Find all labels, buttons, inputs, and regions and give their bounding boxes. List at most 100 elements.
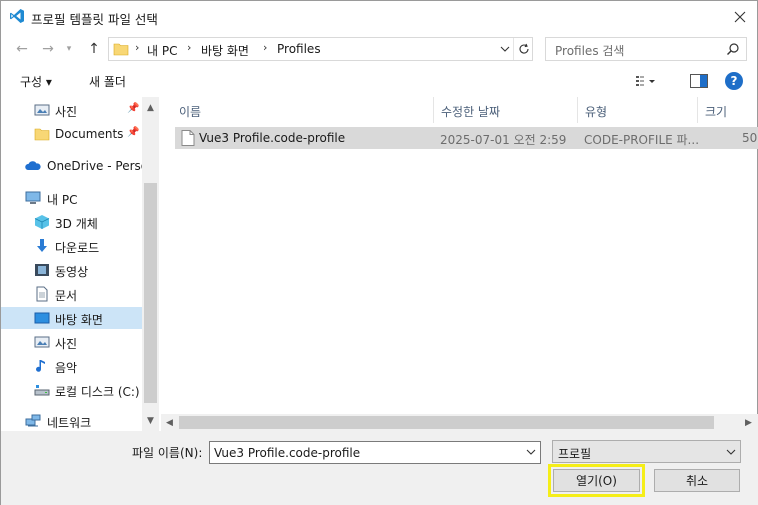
search-icon	[727, 43, 739, 55]
filetype-select[interactable]: 프로필	[552, 440, 741, 463]
up-button[interactable]: ↑	[83, 38, 105, 60]
column-divider[interactable]	[697, 97, 698, 123]
videos-icon	[35, 264, 49, 276]
network-icon	[25, 414, 41, 427]
file-list-scrollbar-thumb[interactable]	[179, 416, 714, 429]
breadcrumb-desktop[interactable]: 바탕 화면	[201, 42, 249, 59]
nav-item-desktop[interactable]: 바탕 화면	[1, 307, 142, 329]
nav-item-3d-objects[interactable]: 3D 개체	[1, 211, 142, 233]
nav-item-pictures[interactable]: 사진	[1, 331, 142, 353]
file-icon	[181, 130, 195, 146]
column-header-type[interactable]: 유형	[585, 103, 607, 129]
music-icon	[36, 360, 45, 372]
nav-label: 바탕 화면	[55, 313, 103, 327]
folder-icon	[34, 128, 50, 141]
help-icon: ?	[730, 74, 738, 88]
filename-history-button[interactable]	[524, 445, 538, 459]
file-size: 50	[742, 131, 758, 145]
sort-ascending-icon: ^	[299, 97, 307, 104]
nav-label: 사진	[55, 337, 78, 351]
column-header-name[interactable]: 이름	[179, 103, 201, 129]
nav-label: 문서	[55, 289, 78, 303]
address-dropdown-button[interactable]	[497, 41, 513, 57]
nav-item-pictures-quick[interactable]: 사진 📌	[1, 99, 142, 121]
file-open-dialog: 프로필 템플릿 파일 선택 ← → ▾ ↑ › 내 PC › 바탕 화면 › P…	[0, 0, 758, 505]
download-icon	[37, 239, 47, 252]
scroll-right-icon[interactable]: ▶	[740, 414, 757, 431]
preview-pane-icon[interactable]	[690, 74, 708, 88]
address-bar[interactable]: › 내 PC › 바탕 화면 › Profiles	[108, 37, 533, 61]
chevron-down-icon	[500, 46, 510, 52]
filename-input[interactable]: Vue3 Profile.code-profile	[209, 441, 541, 464]
help-button[interactable]: ?	[725, 72, 743, 90]
pin-icon: 📌	[127, 103, 140, 114]
scroll-up-icon[interactable]: ▲	[142, 99, 159, 116]
nav-label: 동영상	[55, 265, 89, 279]
breadcrumb-profiles[interactable]: Profiles	[277, 42, 321, 56]
file-row[interactable]: Vue3 Profile.code-profile 2025-07-01 오전 …	[175, 127, 758, 149]
column-divider[interactable]	[433, 97, 434, 123]
nav-label: 로컬 디스크 (C:)	[55, 385, 140, 399]
breadcrumb-chevron-icon: ›	[263, 41, 268, 54]
column-header-size[interactable]: 크기	[705, 103, 727, 129]
nav-item-local-disk[interactable]: 로컬 디스크 (C:)	[1, 379, 142, 401]
nav-label: OneDrive - Persor	[47, 159, 154, 173]
nav-item-videos[interactable]: 동영상	[1, 259, 142, 281]
back-button[interactable]: ←	[11, 38, 33, 60]
nav-item-music[interactable]: 음악	[1, 355, 142, 377]
title-bar: 프로필 템플릿 파일 선택	[1, 1, 757, 32]
chevron-down-icon	[726, 449, 736, 455]
cancel-button[interactable]: 취소	[654, 469, 740, 492]
onedrive-icon	[25, 161, 41, 170]
breadcrumb-this-pc[interactable]: 내 PC	[147, 42, 177, 59]
search-input[interactable]: Profiles 검색	[545, 37, 747, 61]
view-options-icon[interactable]	[635, 73, 655, 89]
nav-label: 네트워크	[47, 416, 92, 430]
nav-scrollbar-thumb[interactable]	[144, 183, 157, 403]
scroll-down-icon[interactable]: ▼	[142, 412, 159, 429]
column-divider[interactable]	[577, 97, 578, 123]
nav-label: 내 PC	[47, 193, 78, 207]
arrow-left-icon: ←	[16, 41, 28, 57]
open-button[interactable]: 열기(O)	[553, 469, 640, 492]
desktop-icon	[34, 312, 50, 324]
nav-label: 음악	[55, 361, 78, 375]
nav-item-documents[interactable]: 문서	[1, 283, 142, 305]
nav-label: 3D 개체	[55, 217, 98, 231]
nav-item-network[interactable]: 네트워크	[1, 410, 142, 431]
file-name: Vue3 Profile.code-profile	[199, 131, 346, 145]
documents-icon	[36, 286, 48, 302]
new-folder-button[interactable]: 새 폴더	[89, 73, 126, 90]
chevron-down-icon	[526, 449, 536, 455]
recent-locations-button[interactable]: ▾	[61, 38, 77, 60]
close-icon	[734, 11, 746, 22]
drive-icon	[34, 385, 50, 396]
nav-item-this-pc[interactable]: 내 PC	[1, 187, 142, 209]
nav-label: Documents	[55, 127, 124, 141]
file-list-scrollbar[interactable]: ◀ ▶	[161, 414, 758, 431]
navigation-pane: 사진 📌 Documents 📌 OneDrive - Persor 내 PC …	[1, 97, 159, 431]
pictures-icon	[34, 104, 50, 116]
vscode-icon	[10, 9, 24, 23]
nav-scrollbar[interactable]: ▲ ▼	[142, 97, 159, 431]
3d-objects-icon	[34, 215, 50, 229]
arrow-right-icon: →	[42, 41, 54, 57]
breadcrumb-chevron-icon: ›	[187, 41, 192, 54]
nav-label: 사진	[55, 105, 78, 119]
nav-item-downloads[interactable]: 다운로드	[1, 235, 142, 257]
close-button[interactable]	[723, 1, 757, 32]
filetype-dropdown-button[interactable]	[724, 445, 738, 459]
nav-item-onedrive[interactable]: OneDrive - Persor	[1, 155, 153, 177]
refresh-button[interactable]	[513, 38, 533, 60]
breadcrumb-chevron-icon: ›	[135, 41, 140, 54]
scroll-left-icon[interactable]: ◀	[161, 414, 178, 431]
arrow-up-icon: ↑	[88, 41, 100, 57]
refresh-icon	[519, 43, 529, 54]
filetype-value: 프로필	[558, 447, 592, 461]
column-header-modified[interactable]: 수정한 날짜	[441, 103, 500, 129]
forward-button[interactable]: →	[37, 38, 59, 60]
chevron-down-icon: ▾	[66, 44, 72, 54]
nav-item-documents-quick[interactable]: Documents 📌	[1, 123, 142, 145]
organize-button[interactable]: 구성 ▾	[20, 73, 52, 90]
file-type: CODE-PROFILE 파...	[584, 133, 700, 147]
